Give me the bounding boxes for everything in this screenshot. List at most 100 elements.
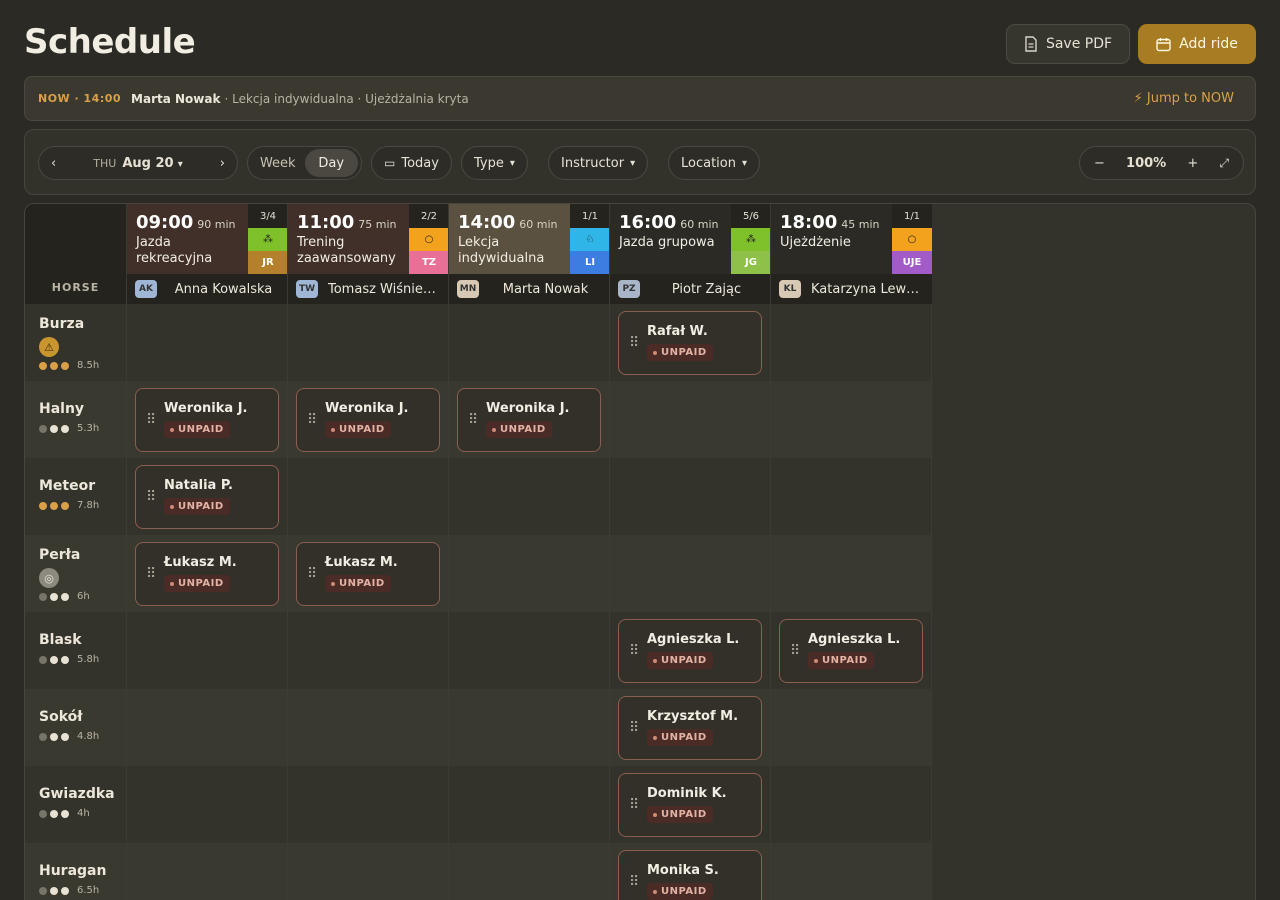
ride-card[interactable]: ⠿ Agnieszka L. UNPAID: [779, 619, 923, 683]
payment-status-label: UNPAID: [661, 732, 707, 743]
horse-hours: 5.3h: [77, 423, 100, 434]
horse-name[interactable]: Sokół: [39, 709, 82, 725]
location-filter[interactable]: Location ▾: [668, 146, 761, 180]
ride-card[interactable]: ⠿ Krzysztof M. UNPAID: [618, 696, 762, 760]
session-column-header[interactable]: 16:00 60 min Jazda grupowa 5/6 ⁂ JG PZ Piotr Za…: [609, 204, 771, 304]
toolbar: ‹ THU Aug 20 ▾ › Week Day ▭ Today Type ▾ In…: [24, 129, 1256, 195]
status-dot: [653, 735, 657, 740]
workload-dot: [50, 732, 58, 741]
view-day-button[interactable]: Day: [304, 149, 358, 177]
workload-dot: [50, 886, 58, 895]
horse-workload: 7.8h: [39, 500, 99, 511]
ride-card[interactable]: ⠿ Weronika J. UNPAID: [135, 388, 279, 452]
horse-workload: 4h: [39, 808, 90, 819]
horse-name[interactable]: Gwiazdka: [39, 786, 115, 802]
session-start-time: 14:00: [458, 212, 516, 233]
session-capacity: 2/2: [409, 204, 449, 228]
session-time: 14:00 60 min: [458, 212, 561, 233]
session-duration: 60 min: [680, 218, 719, 231]
status-dot: [653, 889, 657, 894]
drag-handle-icon[interactable]: ⠿: [146, 412, 156, 428]
view-week-button[interactable]: Week: [251, 149, 305, 177]
horse-row: Perła ◎ 6h ⠿ Łukasz M. UNPAID ⠿ Łukasz M. UNPAID: [25, 535, 931, 612]
ride-card[interactable]: ⠿ Weronika J. UNPAID: [457, 388, 601, 452]
horse-name[interactable]: Meteor: [39, 478, 95, 494]
status-dot: [170, 427, 174, 432]
date-dow: THU: [93, 156, 117, 170]
jump-to-now-link[interactable]: ⚡ Jump to NOW: [1134, 91, 1234, 106]
expand-icon[interactable]: ⤢: [1219, 156, 1229, 171]
drag-handle-icon[interactable]: ⠿: [307, 566, 317, 582]
zoom-out-icon[interactable]: −: [1094, 156, 1105, 171]
payment-status-label: UNPAID: [661, 886, 707, 897]
horse-row: Gwiazdka 4h ⠿ Dominik K. UNPAID: [25, 766, 931, 843]
ride-card[interactable]: ⠿ Dominik K. UNPAID: [618, 773, 762, 837]
save-pdf-button[interactable]: Save PDF: [1006, 24, 1130, 64]
zoom-in-icon[interactable]: +: [1187, 156, 1198, 171]
drag-handle-icon[interactable]: ⠿: [468, 412, 478, 428]
now-session-info: · Lekcja indywidualna · Ujeżdżalnia kryt…: [224, 91, 469, 106]
drag-handle-icon[interactable]: ⠿: [307, 412, 317, 428]
session-time: 09:00 90 min: [136, 212, 239, 233]
zoom-level: 100%: [1126, 155, 1167, 171]
type-filter-label: Type: [474, 155, 504, 171]
chevron-down-icon: ▾: [509, 157, 515, 169]
session-badges: 1/1 ♘ LI: [570, 204, 610, 274]
session-time: 18:00 45 min: [780, 212, 883, 233]
now-banner: NOW · 14:00 Marta Nowak · Lekcja indywid…: [24, 76, 1256, 121]
ride-card[interactable]: ⠿ Łukasz M. UNPAID: [135, 542, 279, 606]
ride-card[interactable]: ⠿ Łukasz M. UNPAID: [296, 542, 440, 606]
today-button[interactable]: ▭ Today: [371, 146, 452, 180]
payment-status-badge: UNPAID: [164, 498, 230, 515]
drag-handle-icon[interactable]: ⠿: [629, 874, 639, 890]
status-dot: [653, 350, 657, 355]
horse-name[interactable]: Burza: [39, 316, 84, 332]
session-start-time: 09:00: [136, 212, 194, 233]
session-column-header[interactable]: 14:00 60 min Lekcja indywidualna 1/1 ♘ LI MN Ma…: [448, 204, 610, 304]
rider-name: Weronika J.: [486, 401, 570, 416]
horse-name[interactable]: Huragan: [39, 863, 106, 879]
payment-status-badge: UNPAID: [647, 729, 713, 746]
instructor-name: Piotr Zając: [671, 281, 742, 297]
ride-card[interactable]: ⠿ Monika S. UNPAID: [618, 850, 762, 900]
workload-dot: [50, 809, 58, 818]
ride-card[interactable]: ⠿ Weronika J. UNPAID: [296, 388, 440, 452]
workload-dot: [61, 732, 69, 741]
session-duration: 90 min: [197, 218, 236, 231]
session-type-initials: JR: [248, 251, 288, 274]
avatar: KL: [779, 280, 801, 298]
ride-card[interactable]: ⠿ Agnieszka L. UNPAID: [618, 619, 762, 683]
drag-handle-icon[interactable]: ⠿: [146, 566, 156, 582]
date-picker[interactable]: Aug 20: [122, 156, 173, 171]
payment-status-badge: UNPAID: [647, 883, 713, 900]
avatar: PZ: [618, 280, 640, 298]
date-navigator: ‹ THU Aug 20 ▾ ›: [38, 146, 238, 180]
add-ride-button[interactable]: Add ride: [1138, 24, 1256, 64]
horse-name[interactable]: Halny: [39, 401, 84, 417]
prev-day-icon[interactable]: ‹: [51, 156, 56, 171]
session-column-header[interactable]: 09:00 90 min Jazda rekreacyjna 3/4 ⁂ JR AK Anna…: [126, 204, 288, 304]
document-icon: [1025, 36, 1037, 52]
workload-dot: [39, 424, 47, 433]
status-dot: [331, 427, 335, 432]
instructor-name: Anna Kowalska: [174, 281, 273, 297]
drag-handle-icon[interactable]: ⠿: [629, 797, 639, 813]
drag-handle-icon[interactable]: ⠿: [146, 489, 156, 505]
ride-card[interactable]: ⠿ Natalia P. UNPAID: [135, 465, 279, 529]
horse-name[interactable]: Blask: [39, 632, 82, 648]
ride-card[interactable]: ⠿ Rafał W. UNPAID: [618, 311, 762, 375]
type-filter[interactable]: Type ▾: [461, 146, 528, 180]
drag-handle-icon[interactable]: ⠿: [790, 643, 800, 659]
drag-handle-icon[interactable]: ⠿: [629, 720, 639, 736]
horse-name[interactable]: Perła: [39, 547, 80, 563]
session-column-header[interactable]: 18:00 45 min Ujeżdżenie 1/1 ○ UJE KL Katarzyna …: [770, 204, 932, 304]
session-column-header[interactable]: 11:00 75 min Trening zaawansowany 2/2 ○ TZ TW T…: [287, 204, 449, 304]
instructor-filter[interactable]: Instructor ▾: [548, 146, 649, 180]
drag-handle-icon[interactable]: ⠿: [629, 335, 639, 351]
schedule-grid: HORSE Burza ⚠ 8.5h ⠿ Rafał W. UNPAID Halny 5.3h…: [24, 203, 1256, 900]
next-day-icon[interactable]: ›: [220, 156, 225, 171]
session-badges: 1/1 ○ UJE: [892, 204, 932, 274]
drag-handle-icon[interactable]: ⠿: [629, 643, 639, 659]
payment-status-badge: UNPAID: [164, 575, 230, 592]
payment-status-label: UNPAID: [661, 347, 707, 358]
